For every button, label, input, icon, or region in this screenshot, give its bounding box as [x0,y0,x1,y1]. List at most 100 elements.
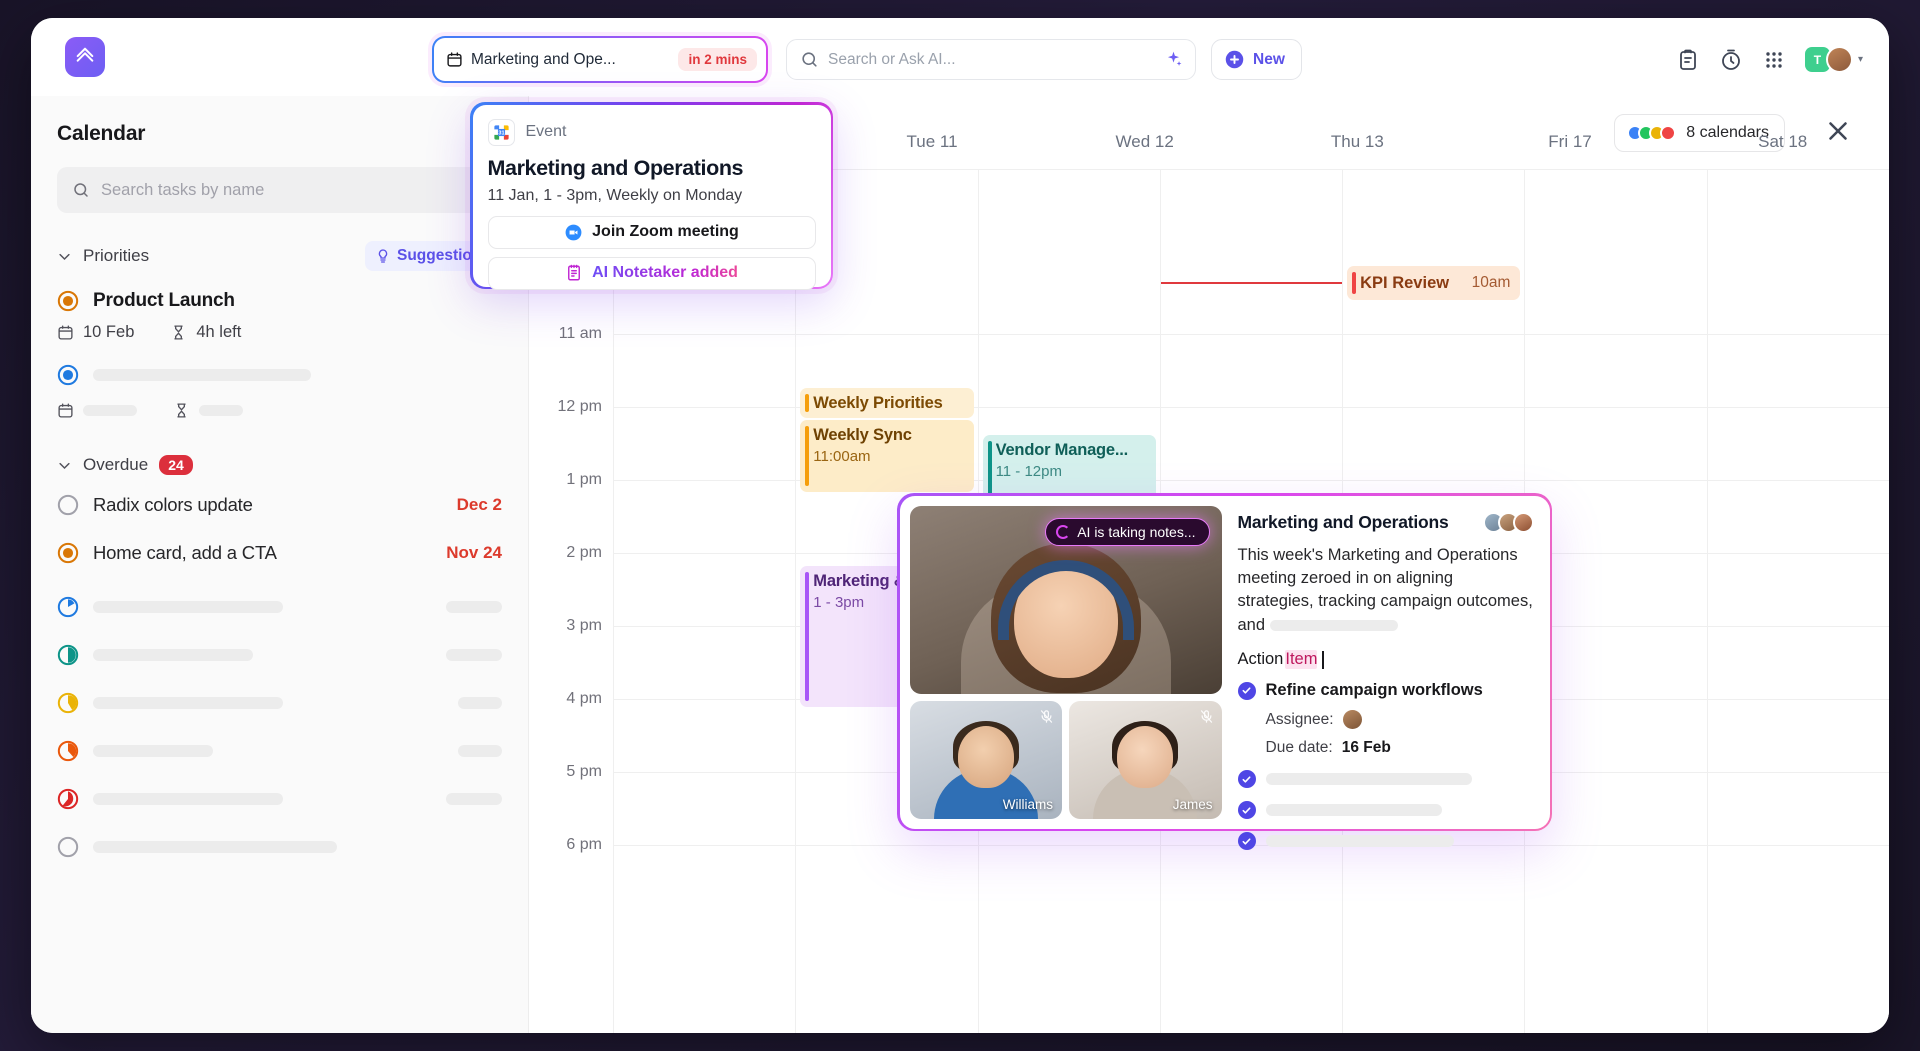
participant-name: James [1173,797,1213,812]
attendee-avatars[interactable] [1483,512,1534,533]
day-column[interactable] [613,170,795,1033]
section-label: Priorities [83,246,149,266]
action-item[interactable] [1238,770,1534,788]
task-title: Home card, add a CTA [93,542,277,564]
action-item[interactable]: Refine campaign workflows [1238,681,1534,700]
status-ring-icon[interactable] [57,788,79,810]
list-item[interactable] [57,644,502,666]
day-header[interactable]: Thu 13 [1251,132,1464,170]
top-bar-icons: T ▾ [1676,46,1863,73]
placeholder-bar [83,405,137,416]
status-ring-icon[interactable] [57,596,79,618]
notes-title: Marketing and Operations [1238,512,1449,533]
calendar-event[interactable]: KPI Review 10am [1347,266,1520,300]
upcoming-event-pill[interactable]: Marketing and Ope... in 2 mins [432,36,768,83]
apps-grid-icon[interactable] [1762,48,1786,72]
calendar-event[interactable]: Weekly Sync 11:00am [800,420,973,492]
list-item[interactable] [57,788,502,810]
search-input[interactable] [828,51,1155,69]
timer-icon[interactable] [1719,48,1743,72]
notes-summary: This week's Marketing and Operations mee… [1238,544,1534,638]
event-title: Weekly Sync [813,426,965,445]
check-icon[interactable] [1238,682,1256,700]
sparkle-icon[interactable] [1164,50,1183,69]
overdue-count-badge: 24 [159,455,193,475]
ai-badge-label: AI is taking notes... [1077,524,1195,540]
task-meta: 10 Feb 4h left [57,323,502,342]
day-header[interactable]: Tue 11 [826,132,1039,170]
list-item[interactable] [57,740,502,762]
zoom-icon [564,223,583,242]
event-popup-subtitle: 11 Jan, 1 - 3pm, Weekly on Monday [488,187,816,205]
check-icon[interactable] [1238,832,1256,850]
join-zoom-button[interactable]: Join Zoom meeting [488,216,816,249]
calendar-event[interactable]: Weekly Priorities [800,388,973,418]
status-ring-icon[interactable] [57,692,79,714]
assignee-avatar[interactable] [1343,710,1362,729]
check-icon[interactable] [1238,770,1256,788]
meeting-notes-panel: Marketing and Operations This week's Mar… [1234,506,1540,819]
new-button[interactable]: New [1211,39,1302,80]
event-popup-title: Marketing and Operations [488,156,816,181]
status-ring-icon[interactable] [57,494,79,516]
list-item[interactable]: Product Launch [57,290,502,312]
list-item[interactable] [57,836,502,858]
status-ring-icon[interactable] [57,364,79,386]
task-meta [57,402,502,419]
day-header[interactable]: Fri 17 [1464,132,1677,170]
event-pill-title: Marketing and Ope... [471,51,670,69]
action-item-assignee: Assignee: [1266,710,1534,729]
top-bar: Marketing and Ope... in 2 mins New T ▾ [31,18,1889,96]
mic-muted-icon [1039,709,1054,724]
app-logo-icon[interactable] [65,37,105,77]
mic-muted-icon [1199,709,1214,724]
status-ring-icon[interactable] [57,542,79,564]
placeholder-bar [93,601,283,613]
list-item[interactable]: Radix colors update Dec 2 [57,494,502,516]
list-item[interactable] [57,596,502,618]
hour-label: 11 am [559,325,602,343]
action-header-text: Action [1238,650,1284,669]
day-header[interactable]: Wed 12 [1038,132,1251,170]
status-ring-icon[interactable] [57,290,79,312]
app-window: Marketing and Ope... in 2 mins New T ▾ [31,18,1889,1033]
hour-label: 6 pm [566,836,602,854]
event-title: KPI Review [1360,274,1449,293]
placeholder-bar [93,697,283,709]
due-date-label: Due date: [1266,739,1333,757]
day-header[interactable]: Sat 18 [1676,132,1889,170]
action-item-text: Refine campaign workflows [1266,681,1483,700]
participant-video-tile[interactable]: James [1069,701,1222,819]
sidebar-search[interactable] [57,167,502,213]
clipboard-icon[interactable] [1676,48,1700,72]
action-item[interactable] [1238,832,1534,850]
placeholder-bar [1270,620,1398,631]
placeholder-bar [93,649,253,661]
status-ring-icon[interactable] [57,836,79,858]
check-icon[interactable] [1238,801,1256,819]
status-ring-icon[interactable] [57,644,79,666]
day-column[interactable] [1707,170,1889,1033]
status-ring-icon[interactable] [57,740,79,762]
hourglass-icon [170,324,187,341]
sidebar-search-input[interactable] [101,181,487,200]
placeholder-bar [446,649,502,661]
list-item[interactable] [57,364,502,386]
ai-taking-notes-badge: AI is taking notes... [1045,518,1209,546]
host-video-tile[interactable]: AI is taking notes... [910,506,1222,694]
section-overdue[interactable]: Overdue 24 [57,455,502,475]
list-item[interactable] [57,692,502,714]
participant-video-tile[interactable]: Williams [910,701,1063,819]
hour-label: 1 pm [566,471,602,489]
placeholder-bar [93,745,213,757]
ai-notetaker-button[interactable]: AI Notetaker added [488,257,816,290]
list-item[interactable]: Home card, add a CTA Nov 24 [57,542,502,564]
avatar-group[interactable]: T ▾ [1805,46,1863,73]
placeholder-bar [458,697,502,709]
global-search[interactable] [786,39,1196,80]
time-gutter: 10:24 11 am 12 pm 1 pm 2 pm 3 pm 4 pm 5 … [529,170,613,1033]
action-items-header: Action Item [1238,650,1534,669]
action-item[interactable] [1238,801,1534,819]
text-caret [1322,651,1324,669]
section-priorities[interactable]: Priorities Suggestions [57,241,502,271]
